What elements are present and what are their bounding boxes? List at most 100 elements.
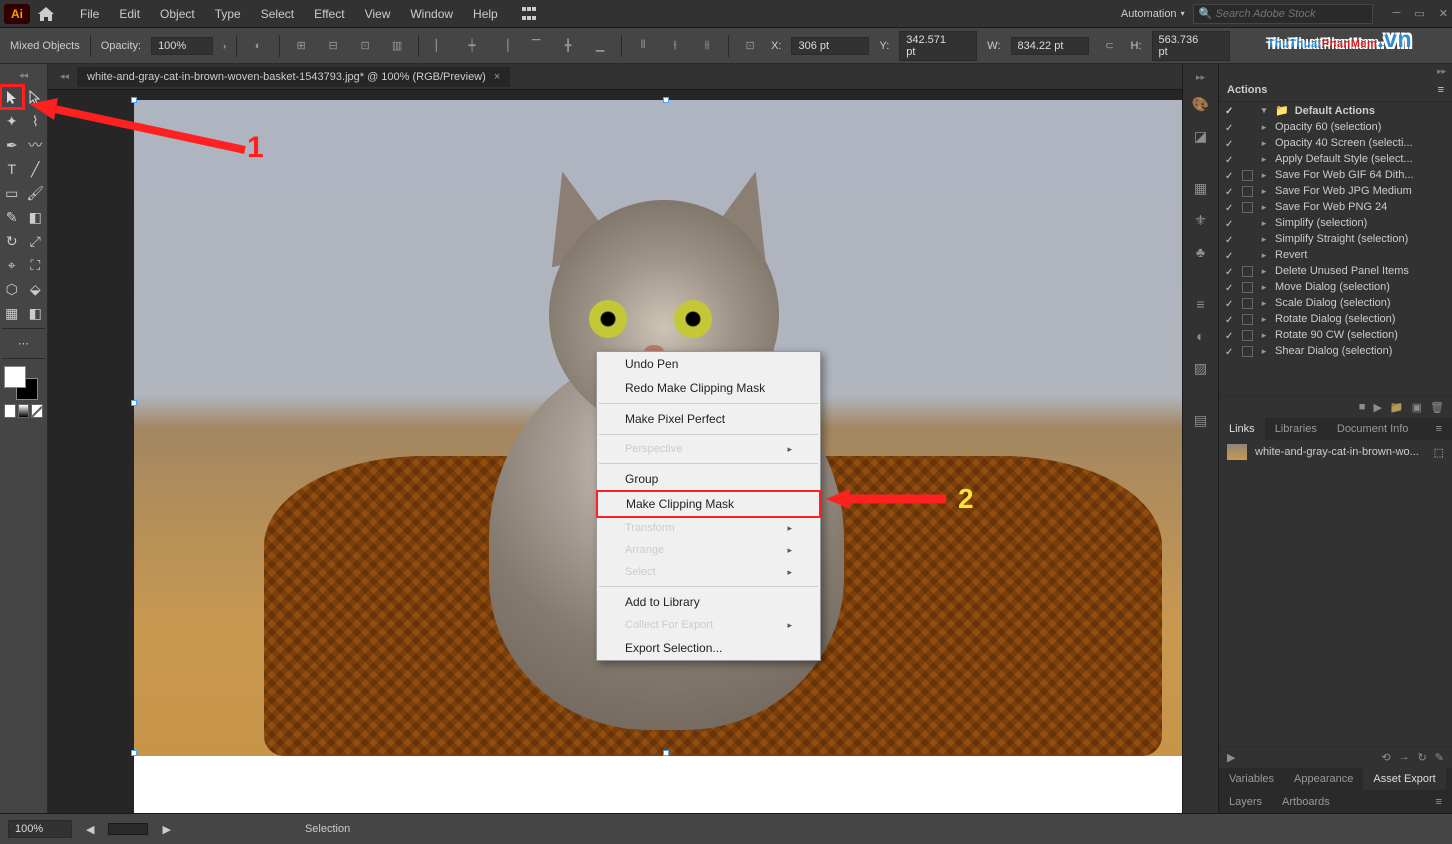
action-row[interactable]: ▸Rotate Dialog (selection)	[1219, 311, 1452, 327]
relink-icon[interactable]: ⟲	[1381, 751, 1390, 764]
transform-icon[interactable]: ⊡	[739, 35, 761, 57]
shape-builder-tool[interactable]: ⬡	[0, 277, 24, 301]
expand-icon[interactable]: ▾	[1259, 105, 1269, 116]
dialog-toggle-icon[interactable]	[1242, 298, 1253, 309]
align-hcenter-icon[interactable]: ┿	[461, 35, 483, 57]
selection-handle[interactable]	[131, 400, 137, 406]
check-icon[interactable]	[1225, 122, 1236, 133]
ctx-undo[interactable]: Undo Pen	[597, 352, 820, 376]
align-4-icon[interactable]: ▥	[386, 35, 408, 57]
libraries-tab[interactable]: Libraries	[1265, 418, 1327, 440]
ctx-transform[interactable]: Transform▸	[597, 517, 820, 539]
expand-icon[interactable]: ▸	[1259, 154, 1269, 165]
check-icon[interactable]	[1225, 170, 1236, 181]
action-row[interactable]: ▸Save For Web GIF 64 Dith...	[1219, 167, 1452, 183]
expand-icon[interactable]: ▸	[1259, 234, 1269, 245]
swatches-panel-icon[interactable]: ◪	[1190, 125, 1212, 147]
ctx-make-clipping-mask[interactable]: Make Clipping Mask	[596, 490, 821, 518]
stroke-panel-icon[interactable]: ≡	[1190, 293, 1212, 315]
menu-object[interactable]: Object	[150, 3, 205, 25]
rectangle-tool[interactable]: ▭	[0, 181, 24, 205]
action-row[interactable]: ▸Opacity 40 Screen (selecti...	[1219, 135, 1452, 151]
maximize-icon[interactable]: ▭	[1414, 7, 1424, 20]
edit-original-icon[interactable]: ✎	[1435, 751, 1444, 764]
dialog-toggle-icon[interactable]	[1242, 154, 1253, 165]
home-icon[interactable]	[36, 4, 56, 24]
panel-menu-icon[interactable]: ≡	[1438, 84, 1444, 96]
x-input[interactable]: 306 pt	[791, 37, 869, 55]
css-panel-icon[interactable]: ▤	[1190, 409, 1212, 431]
perspective-tool[interactable]: ⬙	[24, 277, 48, 301]
align-1-icon[interactable]: ⊞	[290, 35, 312, 57]
selection-tool[interactable]	[0, 85, 24, 109]
check-icon[interactable]	[1225, 266, 1236, 277]
stop-icon[interactable]: ■	[1359, 401, 1366, 414]
check-icon[interactable]	[1225, 138, 1236, 149]
layers-tab[interactable]: Layers	[1219, 791, 1272, 813]
opacity-input[interactable]: 100%	[151, 37, 213, 55]
check-icon[interactable]	[1225, 186, 1236, 197]
action-row[interactable]: ▸Simplify (selection)	[1219, 215, 1452, 231]
action-row[interactable]: ▸Delete Unused Panel Items	[1219, 263, 1452, 279]
selection-handle[interactable]	[663, 97, 669, 103]
selection-handle[interactable]	[131, 97, 137, 103]
expand-icon[interactable]: ▸	[1259, 122, 1269, 133]
eraser-tool[interactable]: ◧	[24, 205, 48, 229]
expand-icon[interactable]: ▶	[1227, 751, 1235, 764]
distribute-1-icon[interactable]: ⫴	[632, 35, 654, 57]
action-row[interactable]: ▸Save For Web JPG Medium	[1219, 183, 1452, 199]
expand-icon[interactable]: ▸	[1259, 298, 1269, 309]
zoom-input[interactable]: 100%	[8, 820, 72, 838]
color-mode-icon[interactable]	[4, 404, 16, 418]
document-info-tab[interactable]: Document Info	[1327, 418, 1419, 440]
rotate-tool[interactable]: ↻	[0, 229, 24, 253]
tab-close-icon[interactable]: ×	[494, 71, 500, 83]
align-2-icon[interactable]: ⊟	[322, 35, 344, 57]
action-row[interactable]: ▸Apply Default Style (select...	[1219, 151, 1452, 167]
check-icon[interactable]	[1225, 314, 1236, 325]
expand-icon[interactable]: ▸	[1259, 330, 1269, 341]
direct-selection-tool[interactable]	[24, 85, 47, 109]
action-row[interactable]: ▸Move Dialog (selection)	[1219, 279, 1452, 295]
document-tab[interactable]: white-and-gray-cat-in-brown-woven-basket…	[77, 67, 510, 87]
dialog-toggle-icon[interactable]	[1242, 266, 1253, 277]
menu-select[interactable]: Select	[251, 3, 304, 25]
menu-help[interactable]: Help	[463, 3, 508, 25]
dialog-toggle-icon[interactable]	[1242, 186, 1253, 197]
dialog-toggle-icon[interactable]	[1242, 330, 1253, 341]
dialog-toggle-icon[interactable]	[1242, 250, 1253, 261]
curvature-tool[interactable]: 〰	[24, 133, 48, 157]
align-bottom-icon[interactable]: ▁	[589, 35, 611, 57]
nav-right-icon[interactable]: ▶	[162, 823, 170, 836]
dialog-toggle-icon[interactable]	[1242, 218, 1253, 229]
type-tool[interactable]: T	[0, 157, 24, 181]
brush-tool[interactable]: 🖌	[24, 181, 48, 205]
scale-tool[interactable]: ⤢	[24, 229, 48, 253]
nav-left-icon[interactable]: ◀	[86, 823, 94, 836]
expand-icon[interactable]: ▸	[1259, 250, 1269, 261]
artboards-tab[interactable]: Artboards	[1272, 791, 1340, 813]
dialog-toggle-icon[interactable]	[1242, 122, 1253, 133]
selection-handle[interactable]	[663, 750, 669, 756]
menu-window[interactable]: Window	[400, 3, 463, 25]
dialog-toggle-icon[interactable]	[1242, 234, 1253, 245]
check-icon[interactable]	[1225, 250, 1236, 261]
symbols-panel-icon[interactable]: ⚜	[1190, 209, 1212, 231]
brushes-panel-icon[interactable]: ▦	[1190, 177, 1212, 199]
action-row[interactable]: ▸Revert	[1219, 247, 1452, 263]
check-icon[interactable]	[1225, 105, 1236, 116]
check-icon[interactable]	[1225, 346, 1236, 357]
check-icon[interactable]	[1225, 298, 1236, 309]
magic-wand-tool[interactable]: ✦	[0, 109, 24, 133]
expand-icon[interactable]: ▸	[1259, 314, 1269, 325]
menu-view[interactable]: View	[355, 3, 401, 25]
action-row[interactable]: ▸Simplify Straight (selection)	[1219, 231, 1452, 247]
expand-icon[interactable]: ▸	[1259, 282, 1269, 293]
expand-icon[interactable]: ▸	[1259, 186, 1269, 197]
expand-icon[interactable]: ▸	[1259, 218, 1269, 229]
goto-icon[interactable]: →	[1399, 751, 1410, 764]
menu-file[interactable]: File	[70, 3, 109, 25]
graphic-styles-icon[interactable]: ♣	[1190, 241, 1212, 263]
ctx-pixel-perfect[interactable]: Make Pixel Perfect	[597, 407, 820, 431]
dialog-toggle-icon[interactable]	[1242, 282, 1253, 293]
